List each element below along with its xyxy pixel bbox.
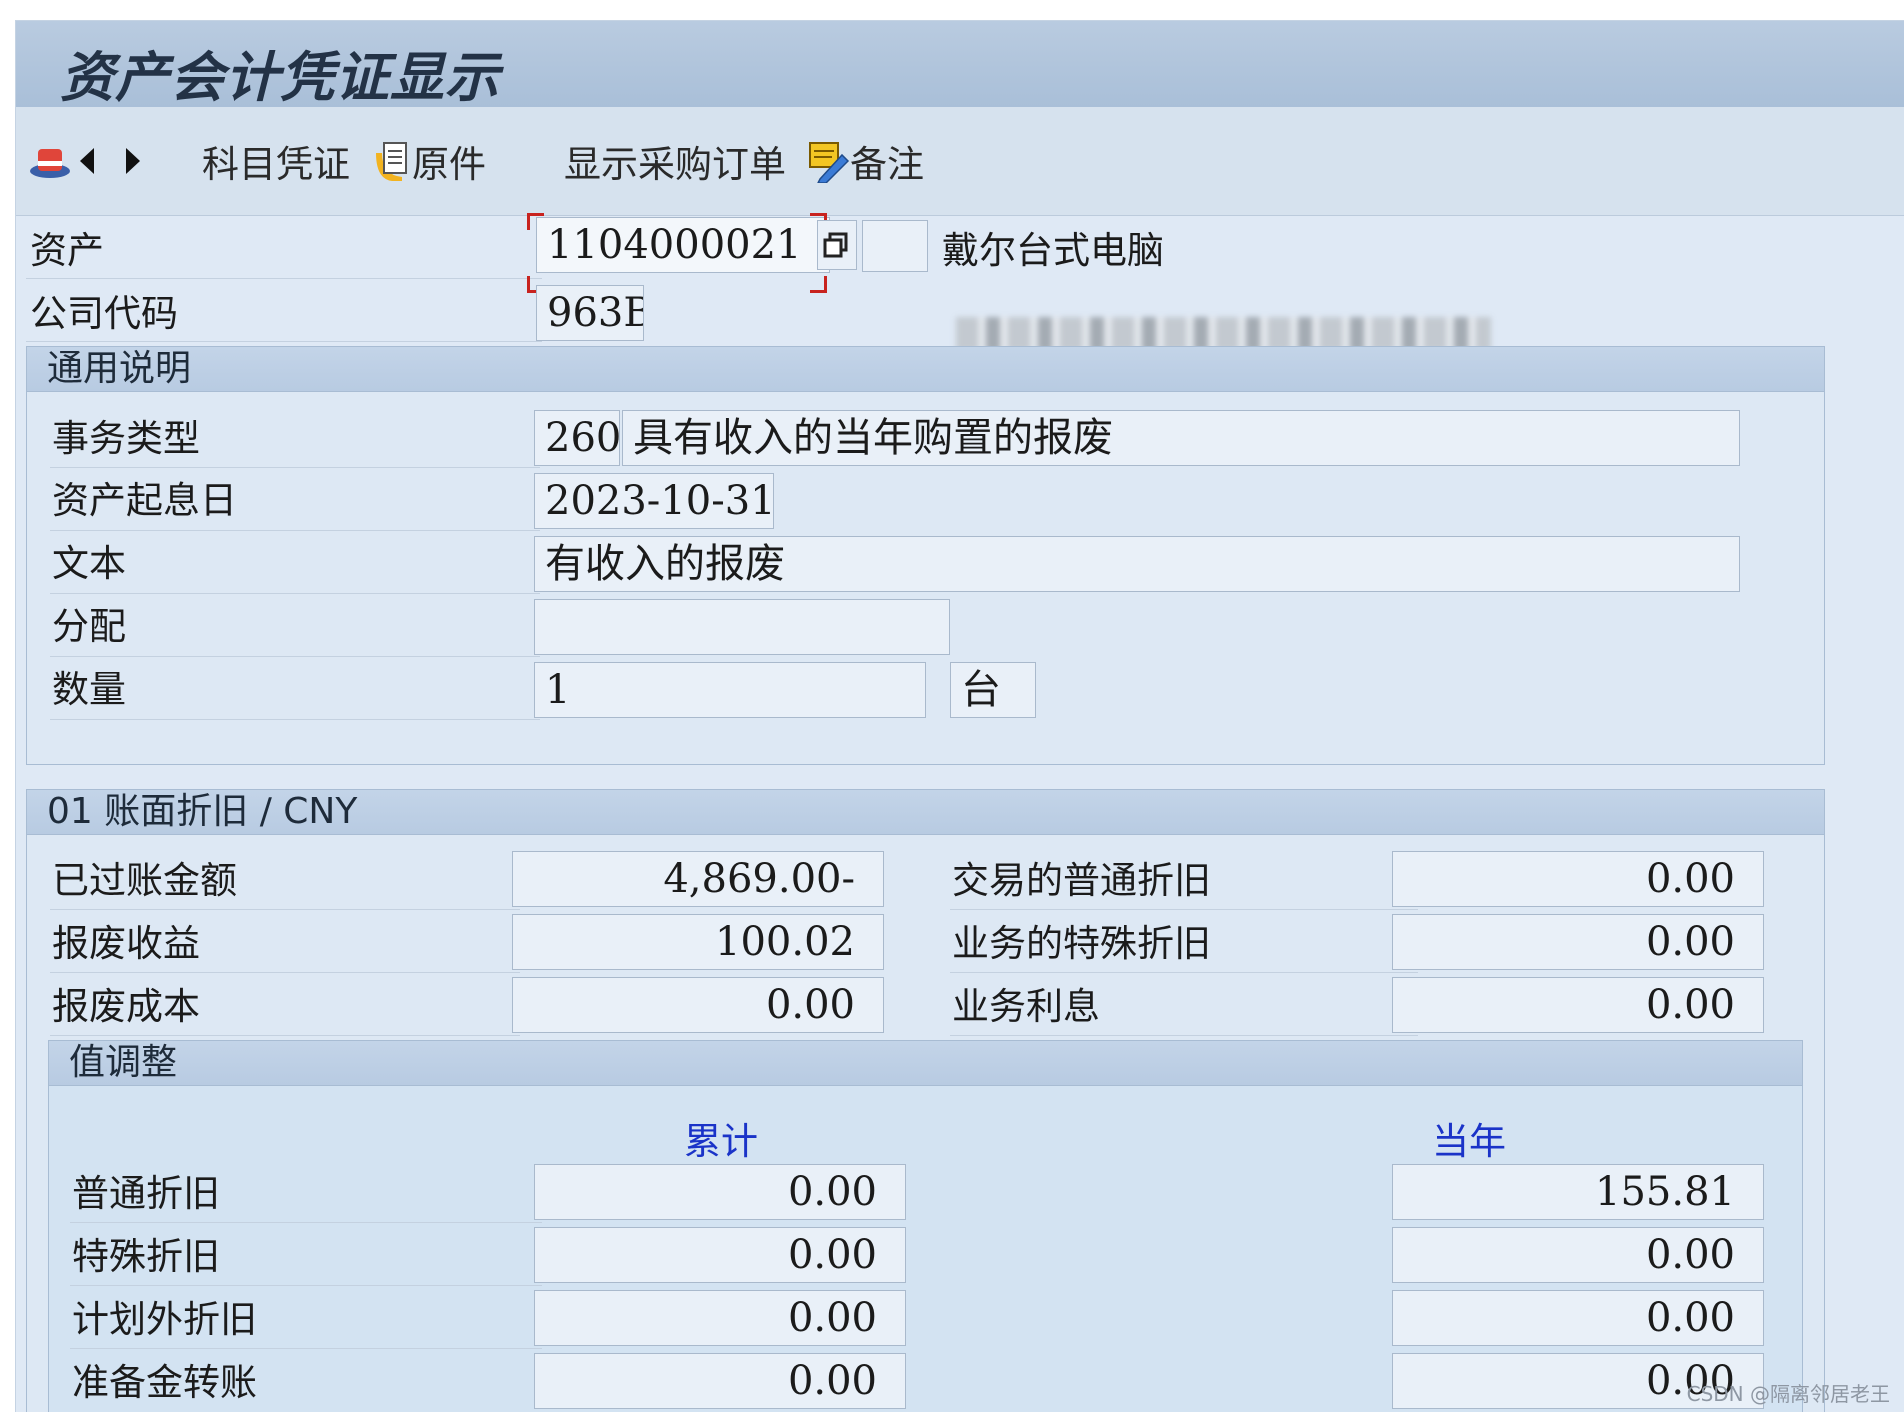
retirement-cost-label: 报废成本 [52,985,200,1028]
transaction-ordinary-depreciation-field: 0.00 [1392,851,1764,907]
assignment-label: 分配 [52,605,126,648]
arrow-right-icon [126,148,140,174]
special-depreciation-cumulative: 0.00 [534,1227,906,1283]
transaction-type-code: 260 [534,410,620,466]
divider [950,909,1418,910]
divider [50,593,540,594]
previous-button[interactable] [78,107,98,215]
column-header-cumulative: 累计 [684,1120,758,1163]
hat-icon [30,149,70,178]
group-header: 值调整 [49,1041,1802,1086]
transaction-interest-field: 0.00 [1392,977,1764,1033]
unplanned-depreciation-cumulative: 0.00 [534,1290,906,1346]
original-document-button[interactable]: 原件 [372,107,486,215]
asset-description: 戴尔台式电脑 [942,229,1164,272]
original-document-label: 原件 [412,143,486,186]
watermark-text: CSDN @隔离邻居老王 [1686,1382,1890,1406]
transaction-type-label: 事务类型 [52,417,200,460]
ordinary-depreciation-current-year: 155.81 [1392,1164,1764,1220]
transaction-special-depreciation-label: 业务的特殊折旧 [952,922,1211,965]
document-copy-icon [376,142,407,181]
divider [50,972,520,973]
special-depreciation-label: 特殊折旧 [72,1235,220,1278]
arrow-left-icon [80,148,94,174]
account-document-button[interactable]: 科目凭证 [202,107,350,215]
show-purchase-order-button[interactable]: 显示采购订单 [564,107,786,215]
divider [70,1222,542,1223]
divider [70,1348,542,1349]
transaction-special-depreciation-field: 0.00 [1392,914,1764,970]
notes-label: 备注 [850,143,924,186]
transaction-interest-label: 业务利息 [952,985,1100,1028]
divider [70,1285,542,1286]
retirement-cost-field: 0.00 [512,977,884,1033]
text-field: 有收入的报废 [534,536,1740,592]
company-code-field: 963B [536,285,644,341]
retirement-revenue-field: 100.02 [512,914,884,970]
ordinary-depreciation-label: 普通折旧 [72,1172,220,1215]
divider [950,1035,1418,1036]
reserve-transfer-label: 准备金转账 [72,1361,257,1404]
unplanned-depreciation-current-year: 0.00 [1392,1290,1764,1346]
divider [26,341,542,342]
title-bar: 资产会计凭证显示 [16,21,1904,109]
column-header-current-year: 当年 [1432,1120,1506,1163]
divider [50,1035,520,1036]
note-pencil-icon [809,142,850,183]
transaction-ordinary-depreciation-label: 交易的普通折旧 [952,859,1211,902]
next-button[interactable] [122,107,142,215]
asset-number-input[interactable]: 1104000021 [536,217,830,273]
quantity-field: 1 [534,662,926,718]
subnumber-button[interactable] [817,220,857,270]
asset-label: 资产 [30,229,104,272]
focus-corner [810,276,827,293]
show-purchase-order-label: 显示采购订单 [564,143,786,186]
divider [50,467,540,468]
ordinary-depreciation-cumulative: 0.00 [534,1164,906,1220]
value-date-label: 资产起息日 [52,479,237,522]
hat-icon-button[interactable] [28,107,72,215]
divider [950,972,1418,973]
retirement-revenue-label: 报废收益 [52,922,200,965]
page-title: 资产会计凭证显示 [60,45,500,109]
posted-amount-label: 已过账金额 [52,859,237,902]
divider [50,719,540,720]
group-header: 01 账面折旧 / CNY [27,790,1824,835]
special-depreciation-current-year: 0.00 [1392,1227,1764,1283]
asset-subnumber-field[interactable] [862,220,928,272]
text-label: 文本 [52,542,126,585]
focus-corner [527,213,544,230]
account-document-label: 科目凭证 [202,143,350,186]
unit-field: 台 [950,662,1036,718]
application-toolbar: 科目凭证 原件 显示采购订单 备注 [16,107,1904,216]
company-code-label: 公司代码 [30,292,178,335]
divider [50,909,520,910]
value-date-field: 2023-10-31 [534,473,774,529]
group-header: 通用说明 [27,347,1824,392]
quantity-label: 数量 [52,668,126,711]
reserve-transfer-cumulative: 0.00 [534,1353,906,1409]
divider [50,656,540,657]
transaction-type-description: 具有收入的当年购置的报废 [622,410,1740,466]
sap-window: 资产会计凭证显示 科目凭证 原件 显示采购订单 备注 资产 1104000021… [15,20,1904,1412]
assignment-field [534,599,950,655]
divider [26,278,542,279]
posted-amount-field: 4,869.00- [512,851,884,907]
multiple-selection-icon [823,232,848,258]
unplanned-depreciation-label: 计划外折旧 [72,1298,257,1341]
divider [50,530,540,531]
notes-button[interactable]: 备注 [806,107,924,215]
